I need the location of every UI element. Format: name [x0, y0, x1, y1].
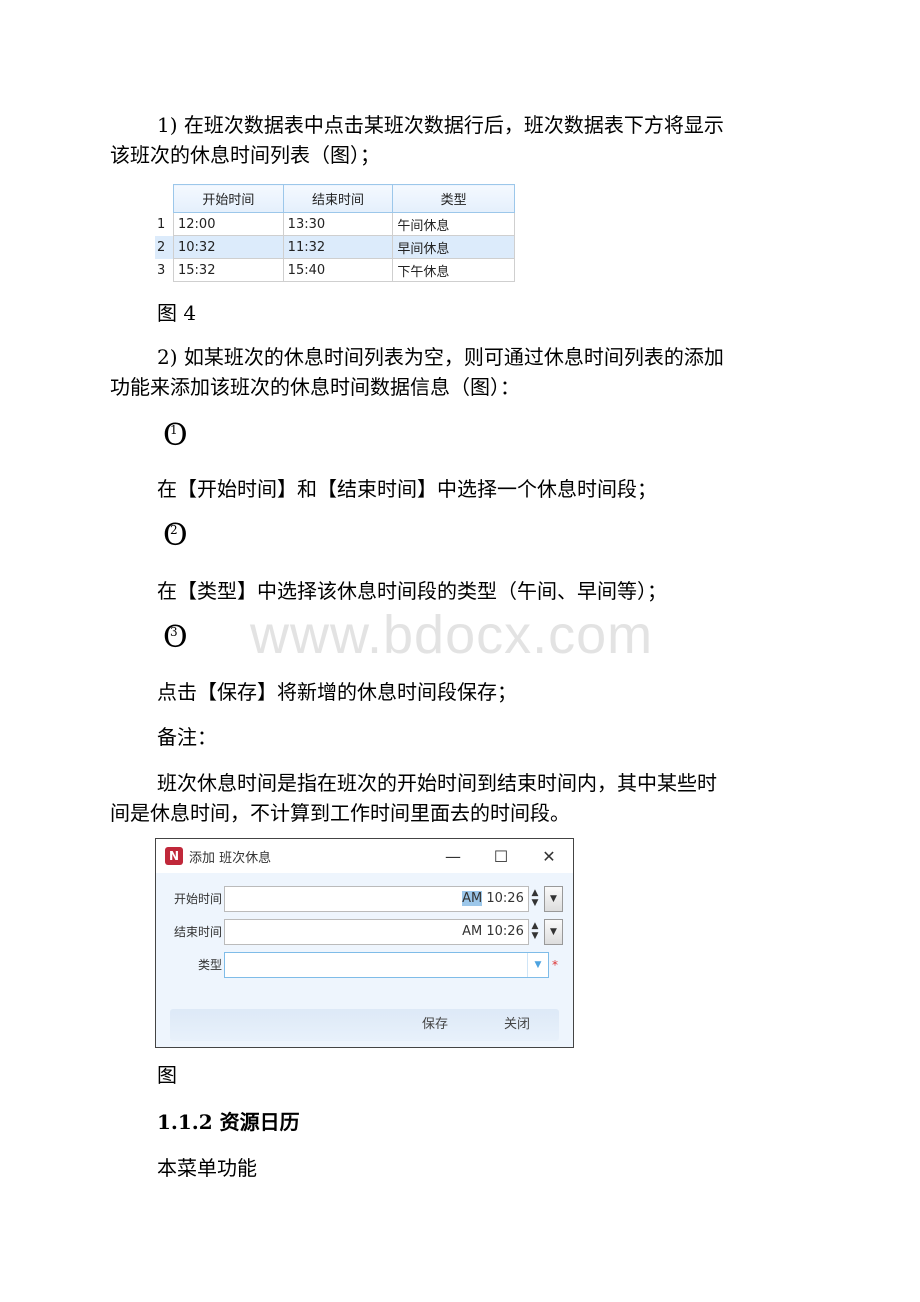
start-time-dropdown-button[interactable]: ▼ [544, 886, 563, 912]
column-header-type[interactable]: 类型 [392, 184, 515, 213]
cell-start: 12:00 [173, 212, 284, 236]
end-time-dropdown-button[interactable]: ▼ [544, 919, 563, 945]
section-intro: 本菜单功能 [157, 1156, 257, 1180]
cell-end: 11:32 [282, 235, 394, 259]
spin-up-icon[interactable]: ▲ [528, 921, 542, 931]
start-ampm-selected: AM [462, 891, 483, 906]
end-time-value: AM 10:26 [462, 924, 524, 939]
note-line-1: 班次休息时间是指在班次的开始时间到结束时间内，其中某些时 [157, 771, 717, 795]
paragraph-2-line-2: 功能来添加该班次的休息时间数据信息（图）： [110, 375, 520, 399]
start-time-value: 10:26 [482, 891, 524, 906]
required-asterisk: * [552, 958, 558, 972]
dialog-footer: 保存 关闭 [170, 1009, 559, 1041]
app-logo-icon: N [165, 847, 183, 865]
end-time-input[interactable]: AM 10:26 [224, 919, 529, 945]
spin-up-icon[interactable]: ▲ [528, 888, 542, 898]
section-heading: 1.1.2 资源日历 [157, 1110, 300, 1134]
chevron-down-icon[interactable]: ▼ [527, 953, 548, 977]
table-row[interactable]: 2 10:32 11:32 早间休息 [155, 235, 515, 259]
cell-end: 13:30 [282, 212, 394, 236]
row-number: 1 [157, 216, 166, 232]
note-label: 备注： [157, 725, 217, 749]
row-number: 2 [155, 235, 174, 259]
column-header-end[interactable]: 结束时间 [282, 184, 394, 213]
step-1-text: 在【开始时间】和【结束时间】中选择一个休息时间段； [157, 477, 657, 501]
start-time-label: 开始时间 [173, 892, 222, 906]
row-number: 3 [157, 262, 166, 278]
table-row[interactable]: 3 15:32 15:40 下午休息 [155, 258, 515, 282]
step-2-text: 在【类型】中选择该休息时间段的类型（午间、早间等）； [157, 579, 667, 603]
cell-end: 15:40 [282, 258, 394, 282]
cell-type: 午间休息 [392, 212, 515, 236]
close-window-button[interactable]: ✕ [525, 847, 573, 866]
add-shift-break-dialog: N 添加 班次休息 — ☐ ✕ 开始时间 AM 10:26 ▲ ▼ ▼ 结束时间 … [155, 838, 574, 1048]
spin-down-icon[interactable]: ▼ [528, 898, 542, 908]
save-button[interactable]: 保存 [422, 1009, 448, 1041]
step-2-bullet-icon: O2 [163, 518, 188, 553]
paragraph-1-line-2: 该班次的休息时间列表（图）； [110, 143, 380, 167]
close-button[interactable]: 关闭 [504, 1009, 530, 1041]
cell-start: 15:32 [173, 258, 284, 282]
start-time-input[interactable]: AM 10:26 [224, 886, 529, 912]
type-label: 类型 [197, 958, 222, 972]
end-time-label: 结束时间 [173, 925, 222, 939]
minimize-button[interactable]: — [429, 847, 477, 866]
maximize-button[interactable]: ☐ [477, 847, 525, 866]
dialog-titlebar[interactable]: N 添加 班次休息 — ☐ ✕ [156, 839, 573, 873]
spin-down-icon[interactable]: ▼ [528, 931, 542, 941]
end-time-spinner[interactable]: ▲ ▼ [528, 921, 542, 941]
cell-type: 早间休息 [392, 235, 515, 259]
break-time-table: 开始时间 结束时间 类型 1 12:00 13:30 午间休息 2 10:32 … [155, 184, 515, 282]
step-1-bullet-icon: O1 [163, 418, 188, 453]
type-combobox[interactable]: ▼ [224, 952, 549, 978]
watermark: www.bdocx.com [250, 605, 654, 665]
row-number-header [155, 184, 174, 213]
column-header-start[interactable]: 开始时间 [173, 184, 284, 213]
step-3-bullet-icon: O3 [163, 620, 188, 655]
note-line-2: 间是休息时间，不计算到工作时间里面去的时间段。 [110, 801, 570, 825]
step-3-text: 点击【保存】将新增的休息时间段保存； [157, 680, 517, 704]
dialog-title: 添加 班次休息 [189, 850, 272, 866]
paragraph-1-line-1: 1) 在班次数据表中点击某班次数据行后，班次数据表下方将显示 [157, 113, 724, 137]
start-time-spinner[interactable]: ▲ ▼ [528, 888, 542, 908]
table-row[interactable]: 1 12:00 13:30 午间休息 [155, 212, 515, 236]
paragraph-2-line-1: 2) 如某班次的休息时间列表为空，则可通过休息时间列表的添加 [157, 345, 724, 369]
cell-type: 下午休息 [392, 258, 515, 282]
figure-caption: 图 [157, 1063, 177, 1087]
figure-4-caption: 图 4 [157, 301, 197, 325]
cell-start: 10:32 [173, 235, 284, 259]
